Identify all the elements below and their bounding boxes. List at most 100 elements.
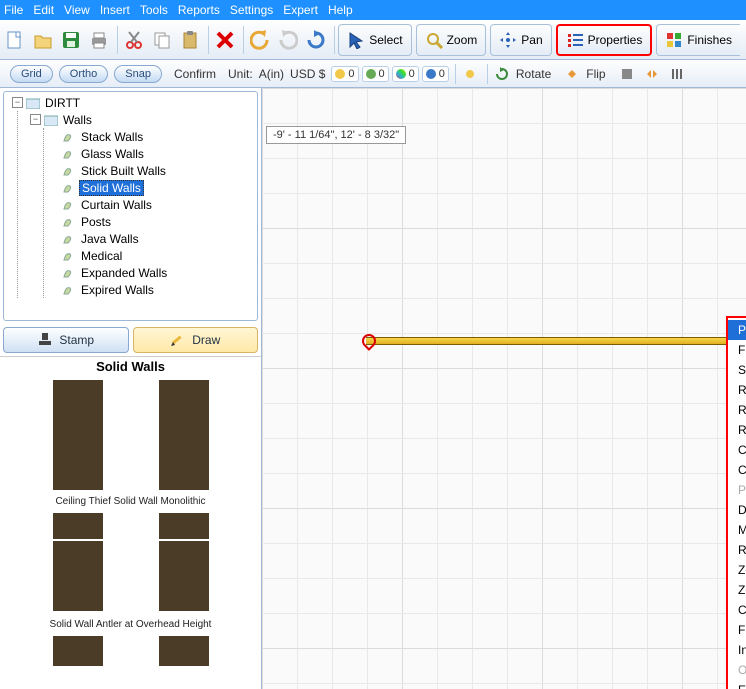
status-chip-0[interactable]: 0 xyxy=(331,66,358,82)
refresh-button[interactable] xyxy=(303,24,329,56)
save-button[interactable] xyxy=(58,24,84,56)
pan-tool-button[interactable]: Pan xyxy=(490,24,551,56)
grid-toggle[interactable]: Grid xyxy=(10,65,53,83)
tree[interactable]: −DIRTT −Walls Stack WallsGlass WallsStic… xyxy=(4,92,257,300)
tree-item[interactable]: Stack Walls xyxy=(44,128,257,145)
extras-3[interactable] xyxy=(666,63,688,85)
context-menu-item[interactable]: Create Elevation xyxy=(728,600,746,620)
tree-item[interactable]: Glass Walls xyxy=(44,145,257,162)
finishes-tool-button[interactable]: Finishes xyxy=(656,24,740,56)
cursor-icon xyxy=(347,31,365,49)
context-menu-item[interactable]: Zoom to in Plan View xyxy=(728,560,746,580)
menu-view[interactable]: View xyxy=(64,3,90,17)
tree-item-label[interactable]: Expired Walls xyxy=(79,283,156,297)
tree-item-label[interactable]: Posts xyxy=(79,215,113,229)
tree-item-label[interactable]: Curtain Walls xyxy=(79,198,154,212)
context-menu-item[interactable]: Select All xyxy=(728,360,746,380)
context-menu-item[interactable]: Zoom to in 3D xyxy=(728,580,746,600)
context-menu-item[interactable]: Refresh selected items xyxy=(728,400,746,420)
status-chip-3[interactable]: 0 xyxy=(422,66,449,82)
extras-1[interactable] xyxy=(616,63,638,85)
palette-item[interactable] xyxy=(28,513,128,613)
context-menu-item[interactable]: Rotate xyxy=(728,540,746,560)
tree-item-label[interactable]: Expanded Walls xyxy=(79,266,169,280)
wall-thumbnail-icon xyxy=(53,380,103,490)
tree-item-label[interactable]: Medical xyxy=(79,249,124,263)
context-menu-item[interactable]: Properties xyxy=(728,320,746,340)
collapse-icon[interactable]: − xyxy=(30,114,41,125)
context-menu-item[interactable]: Move xyxy=(728,520,746,540)
tree-item-label[interactable]: Stack Walls xyxy=(79,130,145,144)
tree-item[interactable]: Medical xyxy=(44,247,257,264)
drawn-wall-segment[interactable] xyxy=(366,337,746,345)
context-menu-item[interactable]: Flip xyxy=(728,620,746,640)
tree-item-label[interactable]: Java Walls xyxy=(79,232,141,246)
confirm-label[interactable]: Confirm xyxy=(174,67,216,81)
ortho-toggle[interactable]: Ortho xyxy=(59,65,109,83)
currency-value[interactable]: USD $ xyxy=(290,67,325,81)
select-tool-button[interactable]: Select xyxy=(338,24,411,56)
context-menu-item[interactable]: Reset view xyxy=(728,420,746,440)
redo-button[interactable] xyxy=(275,24,301,56)
tree-item[interactable]: Java Walls xyxy=(44,230,257,247)
menu-tools[interactable]: Tools xyxy=(140,3,168,17)
print-button[interactable] xyxy=(86,24,112,56)
context-menu-item[interactable]: Export to i3Dx... xyxy=(728,680,746,689)
palette-item[interactable] xyxy=(134,380,234,490)
leaf-icon xyxy=(62,250,76,262)
tree-walls[interactable]: Walls xyxy=(61,113,94,127)
menu-settings[interactable]: Settings xyxy=(230,3,273,17)
tree-item[interactable]: Solid Walls xyxy=(44,179,257,196)
tree-item-label[interactable]: Stick Built Walls xyxy=(79,164,168,178)
tree-item-label[interactable]: Glass Walls xyxy=(79,147,146,161)
tree-item[interactable]: Posts xyxy=(44,213,257,230)
tree-item[interactable]: Stick Built Walls xyxy=(44,162,257,179)
status-chip-2[interactable]: 0 xyxy=(392,66,419,82)
rotate-action[interactable] xyxy=(491,63,513,85)
status-chip-1[interactable]: 0 xyxy=(362,66,389,82)
draw-button[interactable]: Draw xyxy=(133,327,259,353)
menu-reports[interactable]: Reports xyxy=(178,3,220,17)
flip-label[interactable]: Flip xyxy=(586,67,605,81)
tree-item[interactable]: Expired Walls xyxy=(44,281,257,298)
tree-item[interactable]: Expanded Walls xyxy=(44,264,257,281)
rotate-label[interactable]: Rotate xyxy=(516,67,551,81)
undo-button[interactable] xyxy=(247,24,273,56)
open-file-button[interactable] xyxy=(30,24,56,56)
menu-expert[interactable]: Expert xyxy=(283,3,318,17)
delete-button[interactable] xyxy=(212,24,238,56)
tree-root[interactable]: DIRTT xyxy=(43,96,82,110)
collapse-icon[interactable]: − xyxy=(12,97,23,108)
zoom-tool-button[interactable]: Zoom xyxy=(416,24,487,56)
tree-item-label[interactable]: Solid Walls xyxy=(79,180,144,196)
unit-value[interactable]: A(in) xyxy=(259,67,284,81)
menu-file[interactable]: File xyxy=(4,3,23,17)
print-icon xyxy=(89,30,109,50)
context-menu-item[interactable]: Delete xyxy=(728,500,746,520)
wall-endpoint-handle[interactable] xyxy=(362,334,376,348)
menu-insert[interactable]: Insert xyxy=(100,3,130,17)
flip-action[interactable] xyxy=(561,63,583,85)
sun-toggle[interactable] xyxy=(459,63,481,85)
menu-edit[interactable]: Edit xyxy=(33,3,54,17)
context-menu-item[interactable]: Cut xyxy=(728,440,746,460)
context-menu-item[interactable]: Copy xyxy=(728,460,746,480)
palette-item[interactable] xyxy=(28,636,128,666)
drawing-canvas[interactable]: -9' - 11 1/64", 12' - 8 3/32" Properties… xyxy=(262,88,746,689)
snap-toggle[interactable]: Snap xyxy=(114,65,162,83)
menu-help[interactable]: Help xyxy=(328,3,353,17)
paste-button[interactable] xyxy=(177,24,203,56)
context-menu-item[interactable]: Refresh drawing xyxy=(728,380,746,400)
palette-item[interactable] xyxy=(134,636,234,666)
palette-item[interactable] xyxy=(28,380,128,490)
new-file-button[interactable] xyxy=(2,24,28,56)
cut-button[interactable] xyxy=(121,24,147,56)
properties-tool-button[interactable]: Properties xyxy=(556,24,653,56)
extras-2[interactable] xyxy=(641,63,663,85)
context-menu-item[interactable]: Instawall xyxy=(728,640,746,660)
context-menu-item[interactable]: Finishes xyxy=(728,340,746,360)
palette-item[interactable] xyxy=(134,513,234,613)
copy-button[interactable] xyxy=(149,24,175,56)
tree-item[interactable]: Curtain Walls xyxy=(44,196,257,213)
stamp-button[interactable]: Stamp xyxy=(3,327,129,353)
